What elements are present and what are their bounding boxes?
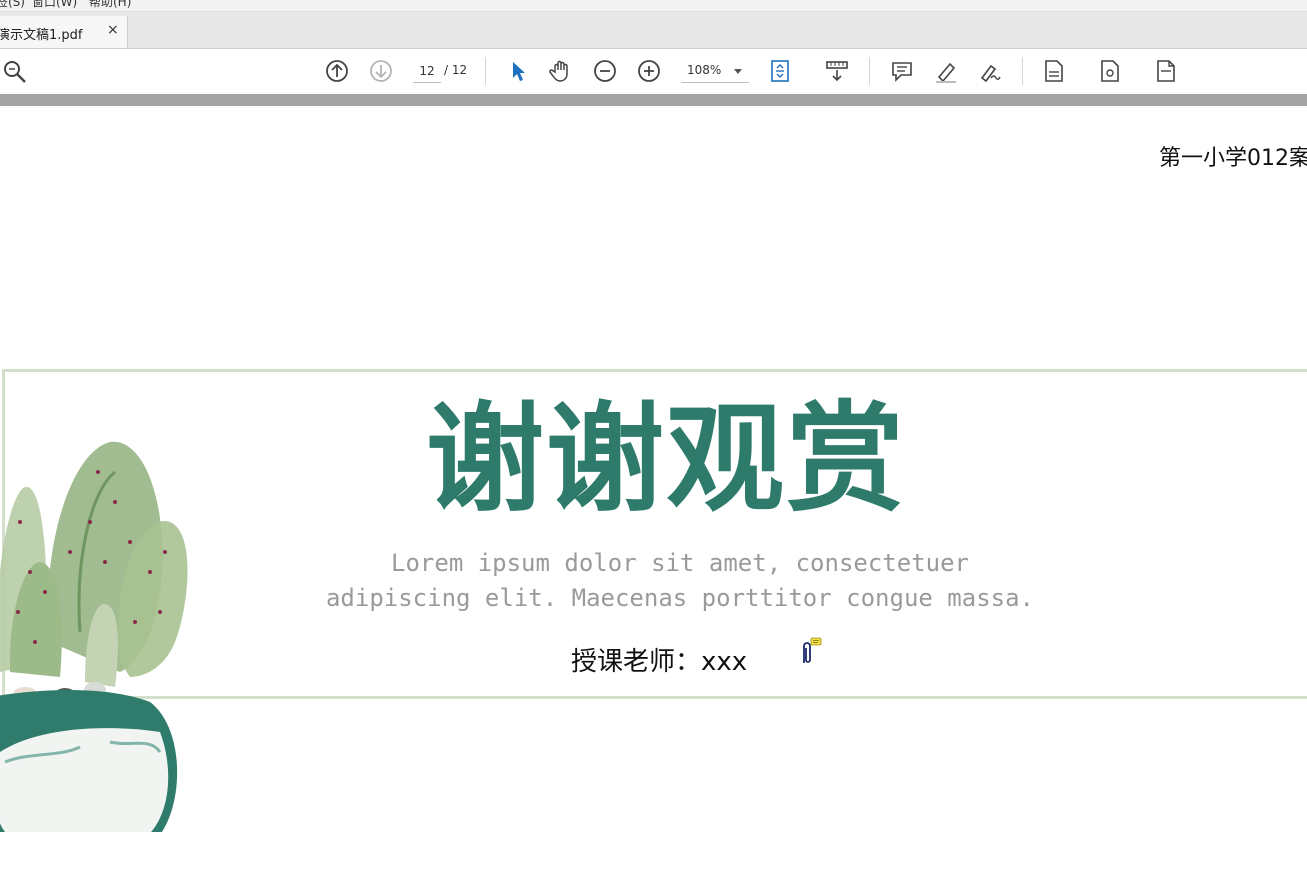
fit-page-icon[interactable] (768, 58, 794, 84)
document-settings-icon[interactable] (1097, 58, 1123, 84)
zoom-in-icon[interactable] (636, 58, 662, 84)
tab-strip: 演示文稿1.pdf × (0, 12, 1307, 49)
pointer-icon[interactable] (505, 58, 531, 84)
teacher-label: 授课老师：xxx (571, 647, 748, 677)
toolbar-divider (1022, 57, 1023, 85)
pdf-page: 第一小学012案 谢谢观赏 Lorem ipsum dolor sit amet… (0, 106, 1307, 879)
close-tab-icon[interactable]: × (107, 22, 119, 38)
document-tab-label: 演示文稿1.pdf (0, 28, 83, 43)
page-total-label: / 12 (444, 63, 468, 77)
toolbar: / 12 108% (0, 49, 1307, 123)
menu-bar: 签(S) 窗口(W) 帮助(H) (0, 0, 1307, 12)
toolbar-divider (869, 57, 870, 85)
sign-icon[interactable] (977, 58, 1003, 84)
zoom-value: 108% (687, 63, 722, 77)
menu-item-window[interactable]: 窗口(W) (32, 0, 77, 10)
arrow-down-circle-icon[interactable] (368, 58, 394, 84)
document-tab[interactable]: 演示文稿1.pdf × (0, 16, 128, 48)
menu-item-sign[interactable]: 签(S) (0, 0, 25, 10)
highlight-icon[interactable] (933, 58, 959, 84)
zoom-out-icon[interactable] (592, 58, 618, 84)
page-number-input[interactable] (413, 60, 441, 83)
chevron-down-icon (734, 69, 742, 74)
hand-icon[interactable] (548, 58, 574, 84)
scroll-mode-icon[interactable] (824, 58, 850, 84)
cactus-illustration (0, 441, 188, 832)
menu-item-help[interactable]: 帮助(H) (89, 0, 131, 10)
document-export-icon[interactable] (1153, 58, 1179, 84)
page-header-text: 第一小学012案 (1159, 146, 1307, 171)
toolbar-bottom-bar (0, 94, 1307, 106)
document-icon[interactable] (1041, 58, 1067, 84)
search-icon[interactable] (2, 58, 28, 84)
arrow-up-circle-icon[interactable] (324, 58, 350, 84)
zoom-select[interactable]: 108% (681, 60, 749, 83)
comment-icon[interactable] (889, 58, 915, 84)
attachment-icon[interactable] (798, 637, 824, 667)
toolbar-divider (485, 57, 486, 85)
